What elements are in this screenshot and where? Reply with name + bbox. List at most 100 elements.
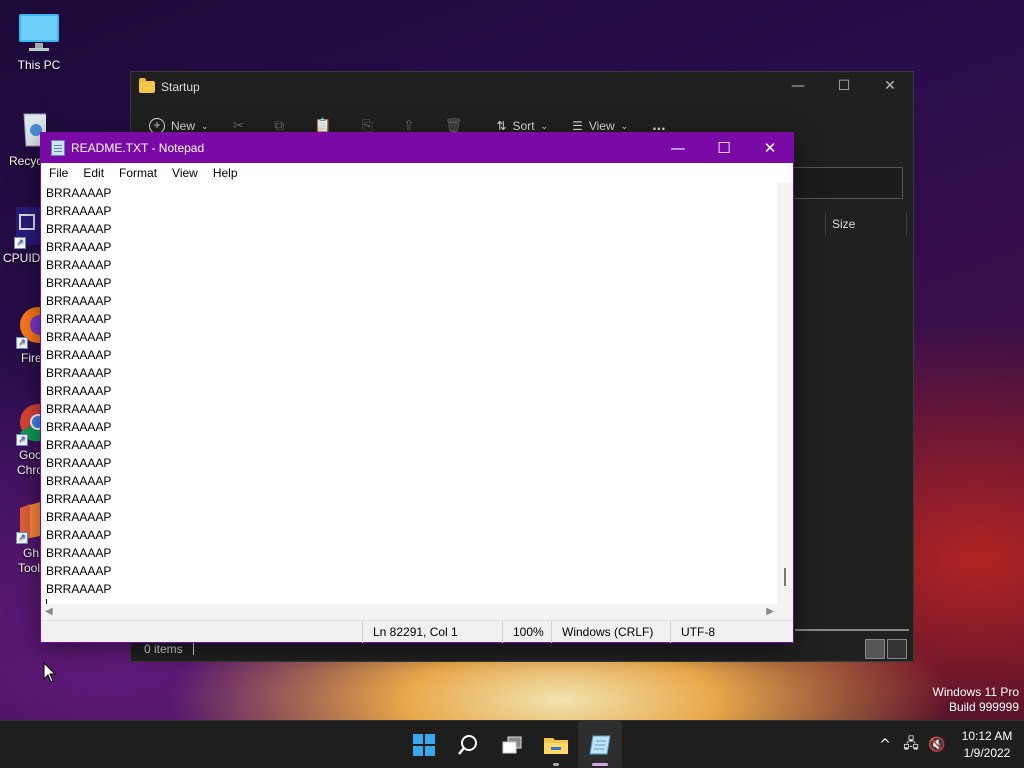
maximize-icon[interactable]: ☐ (821, 72, 867, 102)
desktop-icon-ghost-toolbox[interactable]: ↗ Gh Tool (0, 500, 40, 576)
task-view-icon (502, 736, 522, 754)
windows-watermark: Windows 11 Pro Build 999999 (933, 685, 1019, 715)
scroll-left-icon[interactable]: ◀ (45, 606, 53, 617)
desktop-icon-label: This PC (17, 58, 61, 72)
task-view-button[interactable] (490, 721, 534, 768)
text-line: BRRAAAAP (46, 366, 112, 380)
text-line: BRRAAAAP (46, 492, 112, 506)
text-line: BRRAAAAP (46, 222, 112, 236)
windows-logo-icon (413, 734, 435, 756)
notepad-status-bar: Ln 82291, Col 1 100% Windows (CRLF) UTF-… (41, 620, 793, 643)
item-count: 0 items (144, 642, 183, 656)
running-indicator (553, 763, 559, 766)
view-icon: ☰ (572, 119, 583, 133)
scrollbar-corner (777, 604, 793, 620)
desktop-icon-label: Chro (17, 463, 40, 477)
watermark-build: Build 999999 (948, 700, 1019, 714)
cpuid-icon: ↗ (14, 205, 40, 249)
text-line: BRRAAAAP (46, 330, 112, 344)
search-icon (458, 735, 477, 755)
desktop-icon-this-pc[interactable]: This PC (0, 12, 79, 73)
folder-icon (139, 78, 155, 93)
encoding: UTF-8 (670, 621, 778, 643)
line-ending: Windows (CRLF) (551, 621, 671, 643)
notepad-window[interactable]: README.TXT - Notepad — ☐ ✕ File Edit For… (40, 132, 794, 643)
desktop-icon-label: Gh (23, 546, 40, 560)
text-line: BRRAAAAP (46, 510, 112, 524)
text-line: BRRAAAAP (46, 564, 112, 578)
scroll-right-icon[interactable]: ▶ (766, 606, 774, 617)
menu-view[interactable]: View (172, 166, 198, 180)
text-line: BRRAAAAP (46, 276, 112, 290)
chevron-down-icon: ⌄ (540, 120, 549, 131)
menu-edit[interactable]: Edit (83, 166, 104, 180)
text-line: BRRAAAAP (46, 186, 112, 200)
firefox-icon: ↗ (16, 305, 40, 349)
notepad-app-icon (589, 735, 611, 755)
search-button[interactable] (446, 721, 490, 768)
taskbar-file-explorer[interactable] (534, 721, 578, 768)
view-button[interactable]: ☰ View ⌄ (572, 119, 628, 133)
toolbox-icon: ↗ (16, 500, 40, 544)
scroll-thumb[interactable] (784, 568, 786, 586)
text-line: BRRAAAAP (46, 474, 112, 488)
start-button[interactable] (402, 721, 446, 768)
minimize-icon[interactable]: — (775, 72, 821, 102)
maximize-icon[interactable]: ☐ (701, 133, 747, 163)
text-line: BRRAAAAP (46, 348, 112, 362)
zoom-level: 100% (502, 621, 552, 643)
details-view-icon[interactable] (865, 639, 885, 659)
desktop-icon-chrome[interactable]: ↗ Goo Chro (0, 402, 40, 478)
network-icon[interactable]: 🖧 (898, 733, 924, 757)
vertical-scrollbar[interactable] (777, 183, 793, 604)
text-line: BRRAAAAP (46, 420, 112, 434)
desktop-icon-firefox[interactable]: ↗ Fire (0, 305, 40, 366)
text-line: BRRAAAAP (46, 528, 112, 542)
menu-bar: File Edit Format View Help (41, 163, 793, 183)
chevron-up-icon[interactable]: ^ (872, 737, 898, 753)
chevron-down-icon: ⌄ (620, 120, 629, 131)
menu-format[interactable]: Format (119, 166, 157, 180)
desktop-icon-label: Tool (18, 561, 40, 575)
menu-help[interactable]: Help (213, 166, 238, 180)
close-icon[interactable]: ✕ (867, 72, 913, 102)
monitor-icon (18, 12, 60, 54)
text-editor-area[interactable]: BRRAAAAP BRRAAAAP BRRAAAAP BRRAAAAP BRRAAAAP… (41, 183, 778, 604)
desktop-icon-label: CPUID (3, 251, 40, 265)
text-line: BRRAAAAP (46, 258, 112, 272)
notepad-icon (51, 140, 65, 156)
clock-time: 10:12 AM (961, 729, 1013, 743)
menu-file[interactable]: File (49, 166, 68, 180)
minimize-icon[interactable]: — (655, 133, 701, 163)
taskbar: ^ 🖧 🔇 10:12 AM 1/9/2022 (0, 720, 1024, 768)
text-line: BRRAAAAP (46, 402, 112, 416)
sort-button[interactable]: ⇅ Sort ⌄ (496, 119, 548, 133)
close-icon[interactable]: ✕ (747, 133, 793, 163)
desktop-icon-label: Goo (19, 448, 40, 462)
cursor-position: Ln 82291, Col 1 (362, 621, 503, 643)
text-line: BRRAAAAP (46, 582, 112, 596)
tiles-view-icon[interactable] (887, 639, 907, 659)
active-indicator (592, 763, 608, 766)
volume-muted-icon[interactable]: 🔇 (924, 737, 950, 753)
search-box[interactable] (793, 167, 903, 199)
horizontal-scrollbar[interactable] (795, 629, 909, 631)
chevron-down-icon: ⌄ (201, 120, 209, 131)
taskbar-notepad[interactable] (578, 721, 622, 768)
text-line: BRRAAAAP (46, 312, 112, 326)
system-clock[interactable]: 10:12 AM 1/9/2022 (950, 728, 1024, 762)
text-line: BRRAAAAP (46, 204, 112, 218)
text-line: BRRAAAAP (46, 456, 112, 470)
explorer-title: Startup (161, 80, 200, 94)
notepad-title: README.TXT - Notepad (71, 141, 205, 155)
text-line: BRRAAAAP (46, 438, 112, 452)
watermark-edition: Windows 11 Pro (932, 685, 1019, 699)
chrome-icon: ↗ (16, 402, 40, 446)
column-header-size[interactable]: Size (825, 212, 907, 236)
mouse-pointer-icon (43, 662, 57, 683)
desktop-icon-label: Fire (21, 351, 40, 365)
desktop-icon-cpuid[interactable]: ↗ CPUID (0, 205, 40, 266)
horizontal-scrollbar[interactable]: ◀ ▶ (41, 604, 778, 620)
clock-date: 1/9/2022 (963, 746, 1011, 760)
sort-icon: ⇅ (496, 119, 507, 133)
